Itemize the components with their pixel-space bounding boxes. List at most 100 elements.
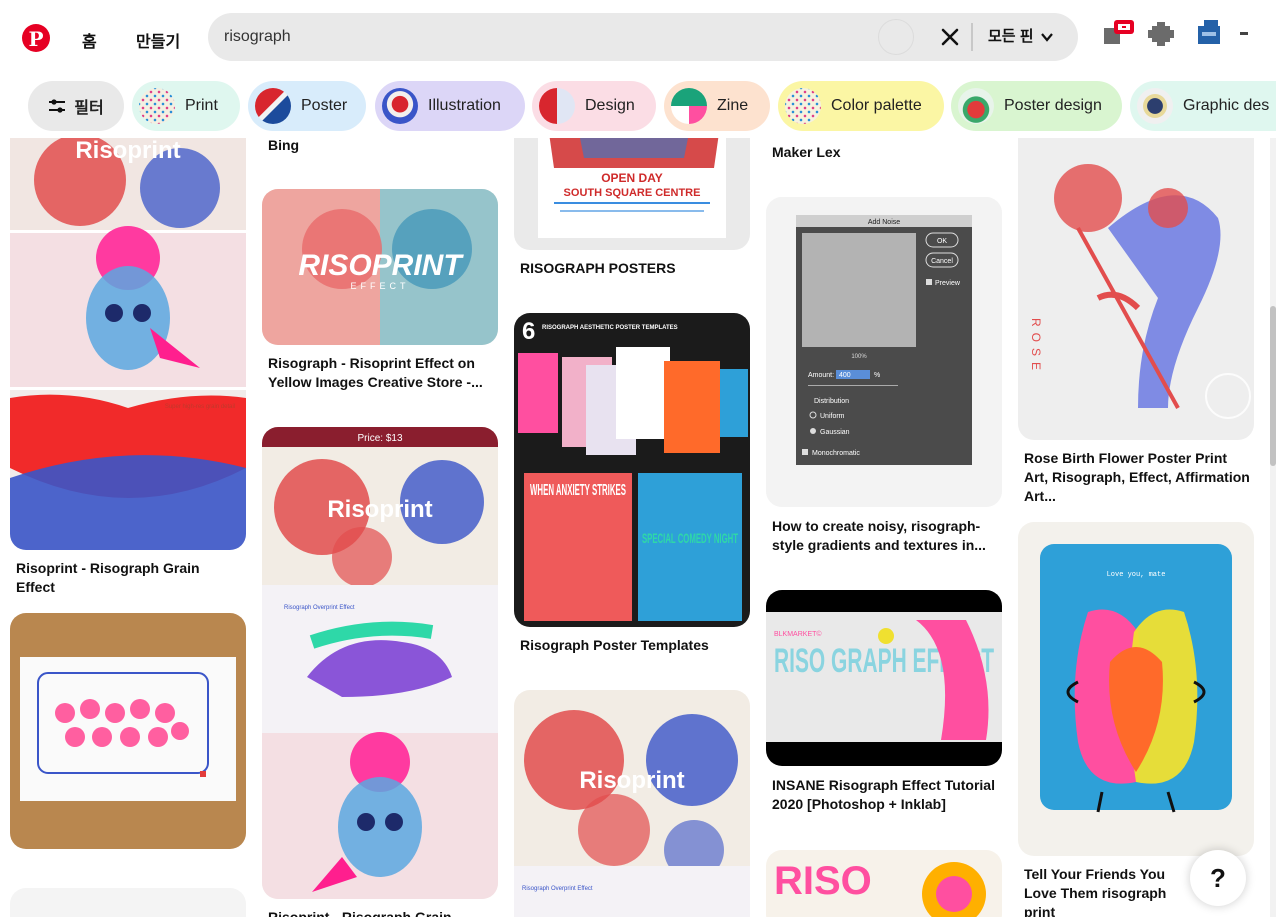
- pin-card[interactable]: Love you, mate: [1018, 522, 1254, 856]
- pin-caption[interactable]: Risograph - Risoprint Effect on Yellow I…: [268, 354, 494, 392]
- rose-text: ROSE: [1029, 318, 1043, 376]
- overprint-label: Risograph Overprint Effect: [522, 886, 593, 892]
- pin-caption[interactable]: Risoprint - Risograph Grain Effect: [268, 908, 494, 917]
- pin-caption[interactable]: How to create noisy, risograph-style gra…: [772, 517, 998, 555]
- search-scope-label: 모든 핀: [988, 28, 1034, 45]
- chip-graphic-design[interactable]: Graphic des: [1130, 81, 1276, 131]
- chip-label: Color palette: [831, 97, 922, 114]
- nav-home[interactable]: 홈: [82, 28, 97, 52]
- chip-thumbnail: [255, 88, 291, 124]
- pin-image: RISOPRINT EFFECT: [262, 189, 498, 345]
- pin-image: ROSE: [1018, 138, 1254, 440]
- pin-card[interactable]: ROSE: [1018, 138, 1254, 440]
- amount-label: Amount:: [808, 372, 834, 379]
- pin-caption[interactable]: Rose Birth Flower Poster Print Art, Riso…: [1024, 449, 1250, 506]
- chip-label: Print: [185, 97, 218, 114]
- uniform-label: Uniform: [820, 413, 845, 420]
- chip-design[interactable]: Design: [532, 81, 656, 131]
- avatar[interactable]: [1194, 16, 1228, 50]
- pin-card[interactable]: Risoprint Risograph Overprint Effect: [514, 690, 750, 917]
- ok-label: OK: [937, 238, 947, 245]
- pin-caption[interactable]: Tell Your Friends You Love Them risograp…: [1024, 865, 1194, 917]
- chip-zine[interactable]: Zine: [664, 81, 770, 131]
- filter-chip-bar: 필터 Print Poster Illustration Design Zine…: [0, 76, 1276, 138]
- scrollbar-thumb[interactable]: [1270, 306, 1276, 466]
- account-chevron-icon[interactable]: [1232, 16, 1266, 50]
- chip-illustration[interactable]: Illustration: [375, 81, 525, 131]
- anxiety-text: WHEN ANXIETY STRIKES: [530, 482, 626, 499]
- page-scrollbar[interactable]: [1270, 76, 1276, 917]
- risoprint-text: Risoprint: [579, 767, 684, 794]
- chip-label: Zine: [717, 97, 749, 114]
- pin-caption[interactable]: Maker Lex: [772, 143, 998, 162]
- pin-card[interactable]: RISO: [766, 850, 1002, 917]
- chip-color-palette[interactable]: Color palette: [778, 81, 944, 131]
- cancel-label: Cancel: [931, 258, 953, 265]
- chip-thumbnail: [139, 88, 175, 124]
- pin-card[interactable]: [10, 888, 246, 917]
- pin-grid: Risoprint Super high-res grain detail Ri…: [0, 138, 1276, 917]
- pin-card[interactable]: BLKMARKET© RISO GRAPH EFFECT: [766, 590, 1002, 766]
- chevron-down-icon: [1040, 33, 1053, 42]
- chip-label: Graphic des: [1183, 97, 1270, 114]
- help-button[interactable]: ?: [1190, 850, 1246, 906]
- search-scope-dropdown[interactable]: 모든 핀: [988, 13, 1054, 61]
- comedy-text: SPECIAL COMEDY NIGHT: [642, 530, 738, 546]
- filter-button[interactable]: 필터: [28, 81, 124, 131]
- chip-label: Illustration: [428, 97, 501, 114]
- pin-image: OPEN DAY SOUTH SQUARE CENTRE: [514, 138, 750, 250]
- risoprint-text: Risoprint: [75, 138, 180, 164]
- pinterest-logo-icon[interactable]: P: [22, 24, 50, 52]
- chip-thumbnail: [382, 88, 418, 124]
- chip-print[interactable]: Print: [132, 81, 240, 131]
- amount-value: 400: [839, 372, 851, 379]
- pin-card[interactable]: OPEN DAY SOUTH SQUARE CENTRE: [514, 138, 750, 250]
- preview-label: Preview: [935, 280, 961, 287]
- pin-caption[interactable]: INSANE Risograph Effect Tutorial 2020 [P…: [772, 776, 998, 814]
- cursor-ring: [878, 19, 914, 55]
- risoprint-text: Risoprint: [327, 496, 432, 523]
- pin-card[interactable]: RISOPRINT EFFECT: [262, 189, 498, 345]
- monochromatic-label: Monochromatic: [812, 450, 860, 457]
- search-divider: [971, 23, 973, 51]
- chip-poster[interactable]: Poster: [248, 81, 366, 131]
- chip-label: Poster: [301, 97, 348, 114]
- pin-image: 6 RISOGRAPH AESTHETIC POSTER TEMPLATES W…: [514, 313, 750, 627]
- search-input[interactable]: [224, 13, 924, 61]
- price-text: Price: $13: [357, 433, 402, 444]
- open-day-text: OPEN DAY: [601, 171, 663, 185]
- pin-card[interactable]: [10, 613, 246, 849]
- pin-card[interactable]: Price: $13 Risoprint Risograph Overprint…: [262, 427, 498, 899]
- chip-thumbnail: [539, 88, 575, 124]
- search-bar[interactable]: 모든 핀: [208, 13, 1078, 61]
- sliders-icon: [49, 99, 66, 113]
- nav-create[interactable]: 만들기: [136, 28, 180, 52]
- clear-icon[interactable]: [938, 25, 962, 49]
- pin-caption[interactable]: RISOGRAPH POSTERS: [520, 259, 746, 278]
- messages-icon[interactable]: [1146, 16, 1180, 50]
- risoprint-effect-title: RISOPRINT: [298, 249, 464, 282]
- south-square-text: SOUTH SQUARE CENTRE: [564, 187, 701, 199]
- logo-glyph: P: [28, 26, 44, 51]
- pin-caption[interactable]: Bing: [268, 138, 494, 155]
- pin-card[interactable]: Add Noise OK Cancel Preview 100% Amount:…: [766, 197, 1002, 507]
- riso-big-text: RISO: [774, 859, 872, 903]
- pin-image: Love you, mate: [1018, 522, 1254, 856]
- filter-label: 필터: [74, 100, 104, 117]
- help-label: ?: [1210, 862, 1226, 893]
- overprint-label: Risograph Overprint Effect: [284, 605, 355, 611]
- templates-count: 6: [522, 318, 535, 345]
- pin-card[interactable]: 6 RISOGRAPH AESTHETIC POSTER TEMPLATES W…: [514, 313, 750, 627]
- pin-card[interactable]: Risoprint Super high-res grain detail: [10, 138, 246, 550]
- add-noise-title: Add Noise: [868, 219, 900, 226]
- gaussian-label: Gaussian: [820, 429, 850, 436]
- chip-thumbnail: [1137, 88, 1173, 124]
- notifications-icon[interactable]: [1102, 16, 1136, 50]
- grain-detail-label: Super high-res grain detail: [165, 404, 235, 410]
- distribution-label: Distribution: [814, 398, 849, 405]
- pin-image: BLKMARKET© RISO GRAPH EFFECT: [766, 590, 1002, 766]
- chip-poster-design[interactable]: Poster design: [951, 81, 1122, 131]
- pin-caption[interactable]: Risograph Poster Templates: [520, 636, 746, 655]
- pin-caption[interactable]: Risoprint - Risograph Grain Effect: [16, 559, 242, 597]
- blkmarket-label: BLKMARKET©: [774, 630, 822, 638]
